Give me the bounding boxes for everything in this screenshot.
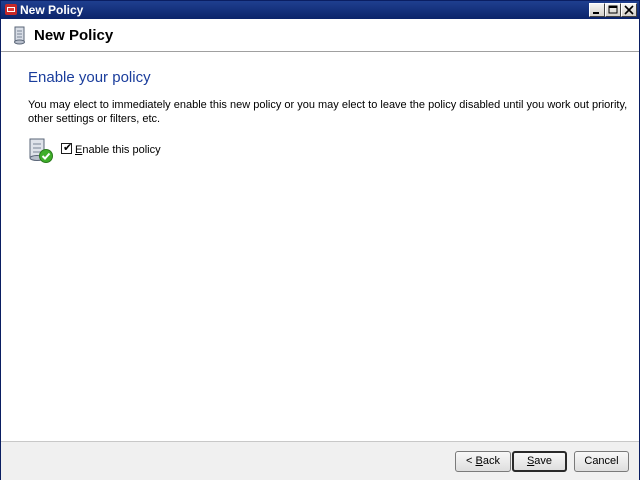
description-text: You may elect to immediately enable this… [28, 99, 628, 125]
wizard-header: New Policy [1, 19, 639, 52]
enable-policy-checkbox[interactable]: ✔ [61, 142, 73, 154]
minimize-button[interactable] [589, 3, 605, 17]
wizard-content: Enable your policy You may elect to imme… [1, 52, 639, 441]
policy-scroll-icon [14, 26, 25, 45]
back-button[interactable]: < Back [455, 451, 511, 472]
close-icon [624, 5, 634, 15]
maximize-button[interactable] [605, 3, 621, 17]
section-title: Enable your policy [28, 69, 151, 86]
save-button[interactable]: Save [512, 451, 567, 472]
checkmark-icon: ✔ [63, 142, 73, 154]
title-bar[interactable]: New Policy [1, 1, 639, 19]
cancel-button[interactable]: Cancel [574, 451, 629, 472]
enable-policy-label[interactable]: Enable this policy [75, 144, 161, 156]
window-title: New Policy [20, 3, 84, 17]
app-icon [5, 4, 17, 15]
new-policy-window: New Policy New Policy Enable your policy… [0, 0, 640, 480]
close-button[interactable] [621, 3, 637, 17]
maximize-icon [608, 5, 618, 14]
wizard-footer: < Back Save Cancel [1, 441, 639, 480]
enabled-policy-icon [29, 138, 53, 163]
minimize-icon [593, 12, 599, 14]
page-title: New Policy [34, 27, 114, 44]
